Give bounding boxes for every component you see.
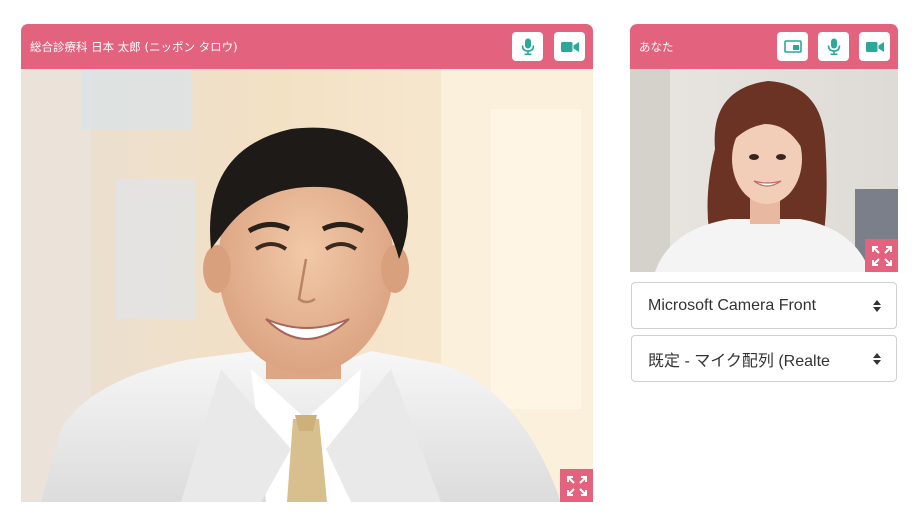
doctor-video-image	[21, 69, 593, 502]
microphone-icon	[521, 38, 534, 55]
remote-panel-tools	[512, 32, 585, 61]
patient-video-image	[630, 69, 898, 272]
camera-select-value: Microsoft Camera Front	[648, 296, 817, 314]
camera-select[interactable]: Microsoft Camera Front	[631, 282, 897, 329]
self-panel-tools	[777, 32, 890, 61]
remote-video-feed[interactable]	[21, 69, 593, 502]
remote-fullscreen-button[interactable]	[560, 469, 593, 502]
remote-participant-name: 総合診療科 日本 太郎 (ニッポン タロウ)	[30, 39, 238, 54]
video-call-screen: 総合診療科 日本 太郎 (ニッポン タロウ) あなた Microsoft Cam…	[0, 0, 920, 518]
updown-arrow-icon	[872, 299, 882, 312]
self-fullscreen-button[interactable]	[865, 239, 898, 272]
remote-camera-button[interactable]	[554, 32, 585, 61]
remote-mic-button[interactable]	[512, 32, 543, 61]
self-video-feed[interactable]	[630, 69, 898, 272]
expand-icon	[566, 475, 587, 496]
screen-share-button[interactable]	[777, 32, 808, 61]
self-mic-button[interactable]	[818, 32, 849, 61]
microphone-select[interactable]: 既定 - マイク配列 (Realte	[631, 335, 897, 382]
self-video-panel: あなた	[630, 24, 898, 272]
screen-share-icon	[783, 40, 802, 53]
microphone-select-value: 既定 - マイク配列 (Realte	[648, 352, 830, 370]
expand-icon	[871, 245, 892, 266]
updown-arrow-icon	[872, 352, 882, 365]
remote-video-panel: 総合診療科 日本 太郎 (ニッポン タロウ)	[21, 24, 593, 502]
self-camera-button[interactable]	[859, 32, 890, 61]
self-label: あなた	[639, 39, 674, 54]
self-panel-header: あなた	[630, 24, 898, 69]
microphone-icon	[827, 38, 840, 55]
video-camera-icon	[560, 41, 579, 52]
remote-panel-header: 総合診療科 日本 太郎 (ニッポン タロウ)	[21, 24, 593, 69]
video-camera-icon	[865, 41, 884, 52]
